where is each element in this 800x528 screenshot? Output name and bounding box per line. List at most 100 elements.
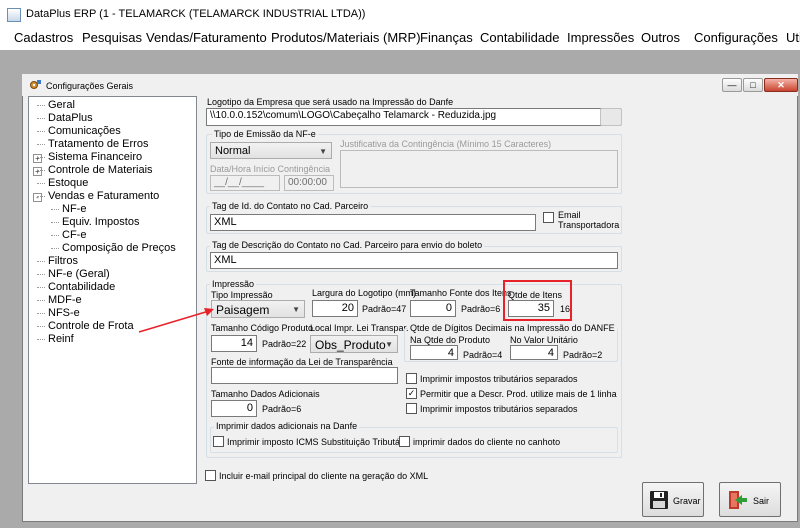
contingencia-time-input[interactable]: 00:00:00 (284, 175, 334, 191)
imprimir-impostos-checkbox-1[interactable] (406, 373, 417, 384)
gravar-button[interactable]: Gravar (642, 482, 704, 517)
close-button[interactable]: ✕ (764, 78, 798, 92)
tree-item-comunicacoes[interactable]: Comunicações (37, 125, 121, 137)
impressao-group-label: Impressão (210, 279, 257, 289)
tree-item-nfe[interactable]: NF-e (51, 203, 86, 215)
menu-cadastros[interactable]: Cadastros (14, 30, 73, 45)
local-lei-select[interactable]: Obs_Produto ▼ (310, 335, 398, 353)
tag-desc-input[interactable]: XML (210, 252, 618, 269)
permitir-descr-checkbox[interactable]: ✓ (406, 388, 417, 399)
logo-label: Logotipo da Empresa que será usado na Im… (207, 97, 454, 107)
email-transportadora-checkbox[interactable] (543, 212, 554, 223)
tree-item-vendas-faturamento[interactable]: Vendas e Faturamento (37, 190, 159, 202)
imprimir-impostos-label-2: Imprimir impostos tributários separados (420, 404, 578, 414)
incluir-email-checkbox[interactable] (205, 470, 216, 481)
browse-logo-button[interactable] (600, 108, 622, 126)
dados-adicionais-label: Tamanho Dados Adicionais (211, 389, 320, 399)
menu-impressoes[interactable]: Impressões (567, 30, 634, 45)
contingencia-date-input[interactable]: __/__/____ (210, 175, 280, 191)
dados-cliente-label: imprimir dados do cliente no canhoto (413, 437, 561, 447)
codigo-produto-input[interactable]: 14 (211, 335, 257, 352)
justificativa-input[interactable] (340, 150, 618, 188)
qtde-itens-input[interactable]: 35 (508, 300, 554, 317)
imprimir-impostos-checkbox-2[interactable] (406, 403, 417, 414)
fonte-itens-label: Tamanho Fonte dos Itens (410, 288, 512, 298)
qtde-produto-input[interactable]: 4 (410, 345, 458, 360)
red-arrow-annotation (138, 308, 214, 333)
fonte-itens-input[interactable]: 0 (410, 300, 456, 317)
menu-configuracoes[interactable]: Configurações (694, 30, 778, 45)
imprimir-impostos-label-1: Imprimir impostos tributários separados (420, 374, 578, 384)
tree-item-sistema-financeiro[interactable]: Sistema Financeiro (37, 151, 142, 163)
tree-item-composicao-precos[interactable]: Composição de Preços (51, 242, 176, 254)
logo-path-input[interactable]: \\10.0.0.152\comum\LOGO\Cabeçalho Telama… (206, 108, 621, 126)
sair-label: Sair (753, 496, 770, 506)
qtde-itens-label: Qtde de Itens (508, 290, 563, 300)
menu-contabilidade[interactable]: Contabilidade (480, 30, 560, 45)
largura-padrao-label: Padrão=47 (362, 304, 407, 314)
incluir-email-label: Incluir e-mail principal do cliente na g… (219, 471, 429, 481)
exit-door-icon (729, 491, 747, 509)
config-tree[interactable]: Geral DataPlus Comunicações Tratamento d… (28, 96, 197, 484)
tipo-impressao-select[interactable]: Paisagem ▼ (211, 300, 305, 318)
tag-id-label: Tag de Id. do Contato no Cad. Parceiro (210, 201, 371, 211)
settings-gear-icon (30, 80, 41, 89)
justificativa-label: Justificativa da Contingência (Mínimo 15… (340, 139, 552, 149)
tree-item-filtros[interactable]: Filtros (37, 255, 78, 267)
floppy-disk-icon (650, 491, 668, 509)
tree-item-contabilidade[interactable]: Contabilidade (37, 281, 115, 293)
qtde-itens-extra: 16 (560, 304, 571, 314)
menu-utilitarios[interactable]: Uti (786, 30, 800, 45)
local-lei-value: Obs_Produto (315, 338, 386, 352)
datahora-label: Data/Hora Início Contingência (210, 164, 331, 174)
tree-item-estoque[interactable]: Estoque (37, 177, 88, 189)
tree-item-geral[interactable]: Geral (37, 99, 75, 111)
valor-unitario-padrao: Padrão=2 (563, 350, 603, 360)
largura-logotipo-input[interactable]: 20 (312, 300, 358, 317)
menu-produtos-materiais[interactable]: Produtos/Materiais (MRP) (271, 30, 421, 45)
local-lei-label: Local Impr. Lei Transpar. (310, 323, 409, 333)
chevron-down-icon: ▼ (292, 305, 300, 314)
tree-item-dataplus[interactable]: DataPlus (37, 112, 93, 124)
permitir-descr-label: Permitir que a Descr. Prod. utilize mais… (420, 389, 617, 399)
tree-item-equiv-impostos[interactable]: Equiv. Impostos (51, 216, 139, 228)
sair-button[interactable]: Sair (719, 482, 781, 517)
tree-item-controle-materiais[interactable]: Controle de Materiais (37, 164, 153, 176)
tag-id-input[interactable]: XML (210, 214, 536, 231)
tree-item-nfe-geral[interactable]: NF-e (Geral) (37, 268, 110, 280)
tree-item-cfe[interactable]: CF-e (51, 229, 86, 241)
emissao-tipo-select[interactable]: Normal ▼ (210, 142, 332, 159)
minimize-button[interactable]: — (722, 78, 742, 92)
fonte-padrao-label: Padrão=6 (461, 304, 501, 314)
dados-padrao-label: Padrão=6 (262, 404, 302, 414)
decimais-group-label: Qtde de Dígitos Decimais na Impressão do… (408, 323, 617, 333)
fonte-lei-label: Fonte de informação da Lei de Transparên… (211, 357, 393, 367)
menu-vendas-faturamento[interactable]: Vendas/Faturamento (146, 30, 267, 45)
tree-item-controle-frota[interactable]: Controle de Frota (37, 320, 134, 332)
dados-cliente-checkbox[interactable] (399, 436, 410, 447)
qtde-produto-padrao: Padrão=4 (463, 350, 503, 360)
maximize-button[interactable]: □ (743, 78, 763, 92)
icms-st-checkbox[interactable] (213, 436, 224, 447)
app-icon (7, 8, 21, 22)
menu-outros[interactable]: Outros (641, 30, 680, 45)
menu-financas[interactable]: Finanças (420, 30, 473, 45)
emissao-group-label: Tipo de Emissão da NF-e (212, 129, 318, 139)
menu-pesquisas[interactable]: Pesquisas (82, 30, 142, 45)
chevron-down-icon: ▼ (319, 147, 327, 156)
fonte-lei-input[interactable] (211, 367, 398, 384)
tree-item-tratamento-erros[interactable]: Tratamento de Erros (37, 138, 148, 150)
tree-item-nfse[interactable]: NFS-e (37, 307, 80, 319)
app-title: DataPlus ERP (1 - TELAMARCK (TELAMARCK I… (26, 8, 366, 20)
dialog-titlebar[interactable] (22, 74, 798, 96)
dados-adicionais-input[interactable]: 0 (211, 400, 257, 417)
dados-adicionais-group-label: Imprimir dados adicionais na Danfe (214, 421, 360, 431)
chevron-down-icon: ▼ (385, 340, 393, 349)
dialog-title: Configurações Gerais (46, 81, 134, 91)
tree-item-reinf[interactable]: Reinf (37, 333, 74, 345)
codigo-padrao-label: Padrão=22 (262, 339, 307, 349)
tree-item-mdfe[interactable]: MDF-e (37, 294, 82, 306)
tipo-impressao-label: Tipo Impressão (211, 290, 273, 300)
gravar-label: Gravar (673, 496, 701, 506)
valor-unitario-input[interactable]: 4 (510, 345, 558, 360)
